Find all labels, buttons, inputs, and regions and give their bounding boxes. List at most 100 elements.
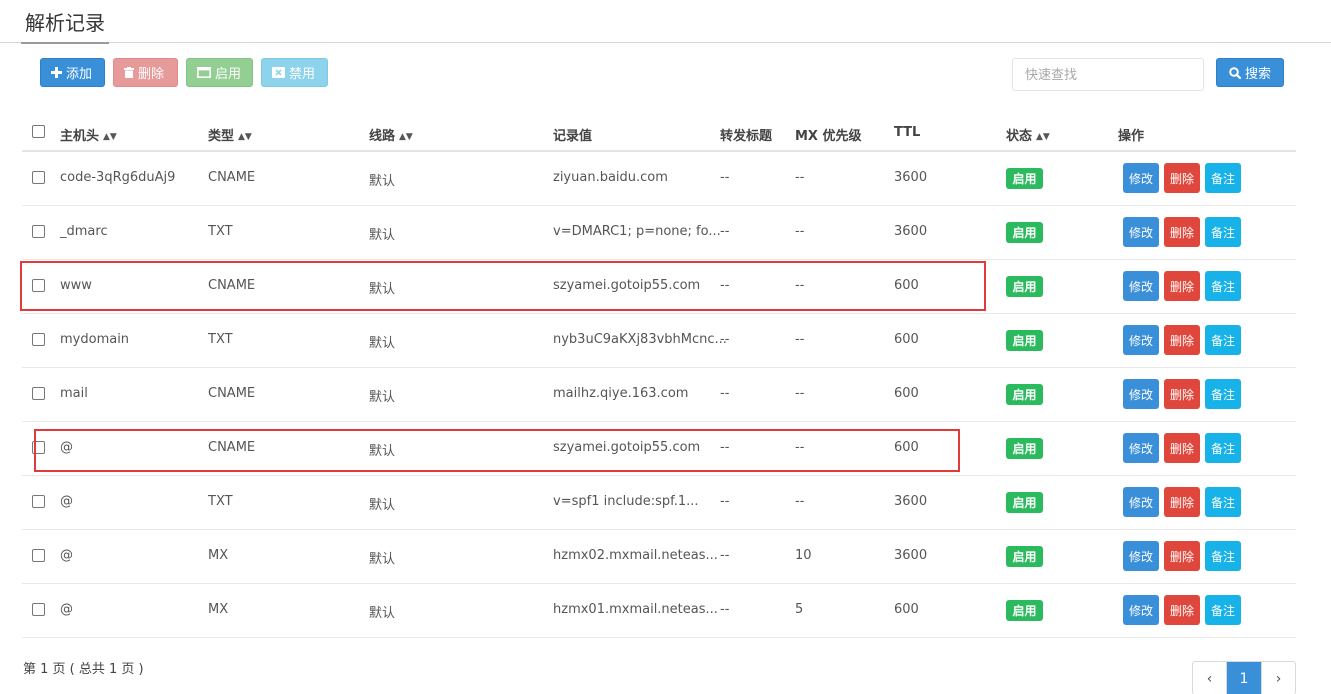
cell-fwd-title: -- [720,170,730,185]
pagination: ‹ 1 › [1192,661,1296,694]
cell-mx: 5 [795,602,804,617]
row-checkbox[interactable] [32,603,45,616]
edit-button[interactable]: 修改 [1123,541,1159,571]
note-button[interactable]: 备注 [1205,433,1241,463]
cell-fwd-title: -- [720,548,730,563]
cell-fwd-title: -- [720,494,730,509]
search-button[interactable]: 搜索 [1216,58,1284,87]
cell-host: @ [60,548,73,563]
table-row: @ TXT 默认 v=spf1 include:spf.1... -- -- 3600 启用 修… [22,476,1296,530]
select-all-checkbox[interactable] [32,125,45,138]
edit-button[interactable]: 修改 [1123,217,1159,247]
status-badge: 启用 [1006,330,1043,351]
delete-button-label: 删除 [138,67,165,82]
delete-row-button[interactable]: 删除 [1164,325,1200,355]
note-button[interactable]: 备注 [1205,379,1241,409]
header-type[interactable]: 类型 ▲▼ [208,125,252,144]
table-row: mail CNAME 默认 mailhz.qiye.163.com -- -- 600 启用 修… [22,368,1296,422]
window-icon [197,67,211,78]
cell-value: hzmx02.mxmail.neteas... [553,548,718,563]
sort-icon: ▲▼ [399,132,413,142]
cell-value: ziyuan.baidu.com [553,170,668,185]
status-badge: 启用 [1006,492,1043,513]
row-checkbox[interactable] [32,549,45,562]
toolbar: 添加 删除 启用 禁用 [40,58,328,87]
table-row: mydomain TXT 默认 nyb3uC9aKXj83vbhMcnc... -- --… [22,314,1296,368]
cell-host: code-3qRg6duAj9 [60,170,176,185]
row-checkbox[interactable] [32,333,45,346]
note-button[interactable]: 备注 [1205,595,1241,625]
cell-fwd-title: -- [720,224,730,239]
cell-mx: -- [795,170,805,185]
highlight-box [34,429,960,472]
enable-button-label: 启用 [215,67,242,82]
delete-row-button[interactable]: 删除 [1164,163,1200,193]
cell-value: nyb3uC9aKXj83vbhMcnc... [553,332,727,347]
cell-host: mydomain [60,332,130,347]
cell-mx: -- [795,494,805,509]
cell-value: mailhz.qiye.163.com [553,386,689,401]
status-badge: 启用 [1006,168,1043,189]
page-title: 解析记录 [21,10,109,44]
cell-fwd-title: -- [720,386,730,401]
cell-line: 默认 [369,174,396,189]
header-status[interactable]: 状态 ▲▼ [1006,125,1050,144]
edit-button[interactable]: 修改 [1123,433,1159,463]
cell-type: TXT [208,332,233,347]
delete-row-button[interactable]: 删除 [1164,595,1200,625]
cell-type: CNAME [208,170,256,185]
note-button[interactable]: 备注 [1205,271,1241,301]
edit-button[interactable]: 修改 [1123,271,1159,301]
status-badge: 启用 [1006,384,1043,405]
delete-row-button[interactable]: 删除 [1164,487,1200,517]
delete-row-button[interactable]: 删除 [1164,271,1200,301]
next-page-button[interactable]: › [1261,662,1295,694]
sort-icon: ▲▼ [103,132,117,142]
cell-ttl: 600 [894,332,919,347]
close-box-icon [272,67,285,78]
delete-row-button[interactable]: 删除 [1164,379,1200,409]
disable-button[interactable]: 禁用 [261,58,328,87]
note-button[interactable]: 备注 [1205,487,1241,517]
search-button-label: 搜索 [1244,67,1271,82]
cell-value: v=spf1 include:spf.1... [553,494,699,509]
prev-page-button[interactable]: ‹ [1193,662,1227,694]
cell-host: mail [60,386,88,401]
row-checkbox[interactable] [32,171,45,184]
edit-button[interactable]: 修改 [1123,379,1159,409]
status-badge: 启用 [1006,600,1043,621]
cell-fwd-title: -- [720,602,730,617]
status-badge: 启用 [1006,276,1043,297]
cell-value: hzmx01.mxmail.neteas... [553,602,718,617]
cell-value: v=DMARC1; p=none; fo... [553,224,721,239]
page-1-button[interactable]: 1 [1227,662,1261,694]
row-checkbox[interactable] [32,495,45,508]
note-button[interactable]: 备注 [1205,163,1241,193]
note-button[interactable]: 备注 [1205,217,1241,247]
header-host[interactable]: 主机头 ▲▼ [60,125,117,144]
cell-host: @ [60,602,73,617]
table-row: @ MX 默认 hzmx01.mxmail.neteas... -- 5 600 启用 修改 删除… [22,584,1296,638]
add-button[interactable]: 添加 [40,58,105,87]
note-button[interactable]: 备注 [1205,541,1241,571]
delete-row-button[interactable]: 删除 [1164,433,1200,463]
enable-button[interactable]: 启用 [186,58,253,87]
edit-button[interactable]: 修改 [1123,595,1159,625]
row-checkbox[interactable] [32,225,45,238]
edit-button[interactable]: 修改 [1123,487,1159,517]
search-input[interactable] [1012,58,1204,91]
note-button[interactable]: 备注 [1205,325,1241,355]
row-checkbox[interactable] [32,387,45,400]
sort-icon: ▲▼ [238,132,252,142]
edit-button[interactable]: 修改 [1123,163,1159,193]
delete-button[interactable]: 删除 [113,58,178,87]
status-badge: 启用 [1006,546,1043,567]
magnifier-icon [1229,66,1241,79]
delete-row-button[interactable]: 删除 [1164,541,1200,571]
header-line[interactable]: 线路 ▲▼ [369,125,413,144]
cell-host: _dmarc [60,224,108,239]
delete-row-button[interactable]: 删除 [1164,217,1200,247]
trash-icon [124,67,134,78]
highlight-box [20,261,986,311]
edit-button[interactable]: 修改 [1123,325,1159,355]
